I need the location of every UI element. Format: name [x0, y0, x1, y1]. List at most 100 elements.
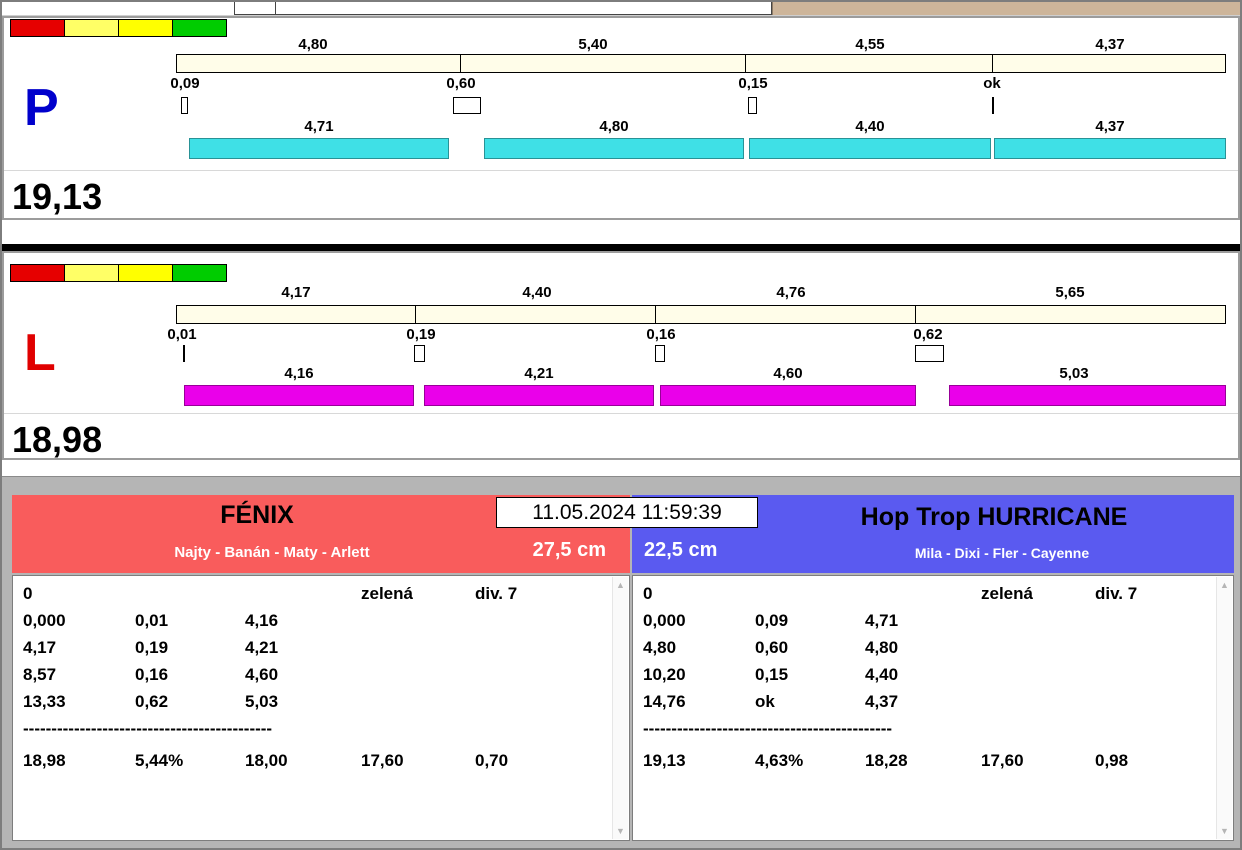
- scroll-down-icon[interactable]: ▼: [613, 826, 628, 836]
- track-tick: [415, 306, 416, 323]
- split-time: 4,17: [281, 284, 311, 301]
- change-time: 0,15: [738, 75, 768, 92]
- summary-cell: 18,28: [865, 751, 908, 770]
- status-light-yellow2-icon: [118, 19, 173, 37]
- status-light-yellow1-icon: [64, 264, 119, 282]
- split-track-p: [176, 54, 1226, 73]
- penalty-value: 0: [643, 584, 653, 603]
- result-cell: 4,60: [245, 665, 279, 684]
- summary-cell: 17,60: [981, 751, 1024, 770]
- status-light-green-icon: [172, 264, 227, 282]
- result-cell: 0,15: [755, 665, 789, 684]
- result-cell: 0,19: [135, 638, 169, 657]
- left-team-name: FÉNIX: [220, 501, 294, 529]
- titlebar-remnant: [772, 2, 1240, 15]
- separator-dashes: ----------------------------------------…: [643, 719, 893, 738]
- run-bar: [484, 138, 744, 159]
- result-cell: 13,33: [23, 692, 66, 711]
- summary-row: 19,13 4,63% 18,28 17,60 0,98: [633, 751, 1233, 778]
- panel-divider: [4, 413, 1238, 414]
- result-cell: 4,71: [865, 611, 899, 630]
- change-time: 0,60: [446, 75, 476, 92]
- track-tick: [915, 306, 916, 323]
- result-cell: 0,60: [755, 638, 789, 657]
- division-label: div. 7: [1095, 584, 1138, 603]
- run-time: 4,40: [855, 118, 885, 135]
- change-marker: [183, 345, 185, 362]
- run-bar: [424, 385, 654, 406]
- scroll-down-icon[interactable]: ▼: [1217, 826, 1232, 836]
- panel-divider: [4, 170, 1238, 171]
- result-cell: 0,62: [135, 692, 169, 711]
- toolbar-divider: [275, 2, 276, 14]
- split-time: 4,55: [855, 36, 885, 53]
- result-row: 4,80 0,60 4,80: [633, 638, 1233, 665]
- scroll-up-icon[interactable]: ▲: [613, 580, 628, 590]
- result-row: 0 zelená div. 7: [633, 584, 1233, 611]
- run-time: 4,80: [599, 118, 629, 135]
- left-results-area[interactable]: 0 zelená div. 7 0,000 0,01 4,16 4,17 0,1…: [12, 575, 630, 841]
- lane-panel-l: L 4,17 4,40 4,76 5,65 0,01 0,19 0,16 0,6…: [2, 251, 1240, 460]
- run-bar: [660, 385, 916, 406]
- separator-row: ----------------------------------------…: [13, 719, 629, 743]
- result-cell: 4,21: [245, 638, 279, 657]
- result-row: 0,000 0,01 4,16: [13, 611, 629, 638]
- run-time: 4,60: [773, 365, 803, 382]
- percent-value: 5,44%: [135, 751, 184, 770]
- right-team-name: Hop Trop HURRICANE: [860, 503, 1128, 531]
- percent-value: 4,63%: [755, 751, 804, 770]
- result-row: 14,76 ok 4,37: [633, 692, 1233, 719]
- run-bar: [184, 385, 414, 406]
- run-bar: [949, 385, 1226, 406]
- split-time: 5,65: [1055, 284, 1085, 301]
- result-cell: 4,80: [643, 638, 677, 657]
- panel-gap: [2, 220, 1240, 244]
- result-cell: 8,57: [23, 665, 57, 684]
- summary-row: 18,98 5,44% 18,00 17,60 0,70: [13, 751, 629, 778]
- results-section: FÉNIX Najty - Banán - Maty - Arlett 27,5…: [2, 476, 1240, 848]
- result-row: 13,33 0,62 5,03: [13, 692, 629, 719]
- summary-cell: 0,98: [1095, 751, 1129, 770]
- result-cell: 5,03: [245, 692, 279, 711]
- split-time: 4,80: [298, 36, 328, 53]
- run-time: 4,71: [304, 118, 334, 135]
- summary-cell: 17,60: [361, 751, 404, 770]
- result-cell: 4,17: [23, 638, 57, 657]
- change-time: ok: [983, 75, 1001, 92]
- result-cell: ok: [755, 692, 775, 711]
- run-time: 5,03: [1059, 365, 1089, 382]
- result-cell: 0,000: [643, 611, 686, 630]
- change-marker: [453, 97, 481, 114]
- total-time: 19,13: [643, 751, 686, 770]
- track-tick: [655, 306, 656, 323]
- run-time: 4,37: [1095, 118, 1125, 135]
- summary-cell: 0,70: [475, 751, 509, 770]
- cutoff-toolbar: [234, 2, 772, 15]
- scrollbar[interactable]: ▲ ▼: [612, 577, 628, 839]
- track-tick: [992, 55, 993, 72]
- result-row: 0,000 0,09 4,71: [633, 611, 1233, 638]
- left-team-dogs: Najty - Banán - Maty - Arlett: [174, 544, 370, 561]
- lane-total-l: 18,98: [12, 419, 103, 460]
- scrollbar[interactable]: ▲ ▼: [1216, 577, 1232, 839]
- lane-panel-p: P 4,80 5,40 4,55 4,37 0,09 0,60 0,15 ok …: [2, 16, 1240, 220]
- lane-divider-bar: [2, 244, 1240, 251]
- scroll-up-icon[interactable]: ▲: [1217, 580, 1232, 590]
- window-top-strip: [2, 2, 1240, 16]
- split-track-l: [176, 305, 1226, 324]
- change-time: 0,01: [167, 326, 197, 343]
- summary-cell: 18,00: [245, 751, 288, 770]
- lane-total-p: 19,13: [12, 176, 103, 217]
- result-cell: 4,80: [865, 638, 899, 657]
- change-time: 0,19: [406, 326, 436, 343]
- result-cell: 4,37: [865, 692, 899, 711]
- light-status: zelená: [361, 584, 413, 603]
- right-results-area[interactable]: 0 zelená div. 7 0,000 0,09 4,71 4,80 0,6…: [632, 575, 1234, 841]
- result-cell: 0,01: [135, 611, 169, 630]
- division-label: div. 7: [475, 584, 518, 603]
- run-bar: [189, 138, 449, 159]
- right-team-jump-height: 22,5 cm: [644, 539, 718, 561]
- change-time: 0,09: [170, 75, 200, 92]
- result-cell: 0,09: [755, 611, 789, 630]
- penalty-value: 0: [23, 584, 33, 603]
